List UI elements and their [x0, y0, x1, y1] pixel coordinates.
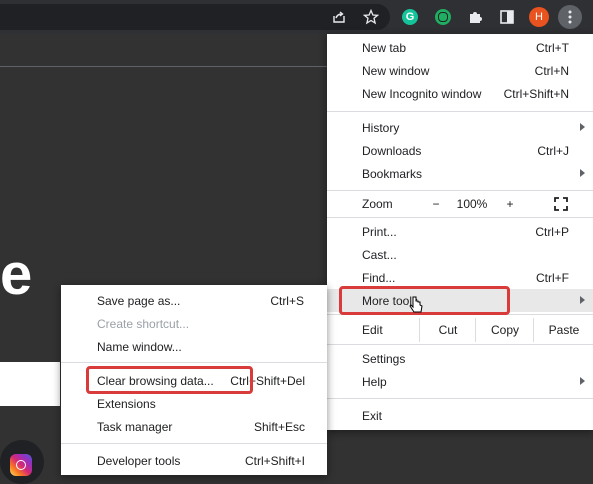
menu-item-bookmarks[interactable]: Bookmarks — [327, 162, 593, 185]
mouse-cursor-icon — [409, 296, 423, 319]
downloads-label: Downloads — [362, 143, 422, 158]
print-label: Print... — [362, 224, 397, 239]
profile-initial: H — [529, 7, 549, 27]
save-page-shortcut: Ctrl+S — [270, 293, 304, 308]
new-incognito-shortcut: Ctrl+Shift+N — [503, 86, 569, 101]
submenu-arrow-icon — [580, 377, 585, 385]
developer-tools-shortcut: Ctrl+Shift+I — [244, 453, 305, 468]
submenu-item-name-window[interactable]: Name window... — [61, 335, 327, 358]
puzzle-icon[interactable] — [464, 6, 486, 28]
highlight-more-tools — [339, 286, 510, 315]
task-manager-shortcut: Shift+Esc — [253, 419, 305, 434]
submenu-item-extensions[interactable]: Extensions — [61, 392, 327, 415]
share-icon[interactable] — [328, 6, 350, 28]
extension-green-icon[interactable] — [432, 6, 454, 28]
page-search-box[interactable] — [0, 362, 60, 406]
new-window-label: New window — [362, 63, 430, 78]
zoom-level: 100% — [456, 197, 488, 211]
find-shortcut: Ctrl+F — [536, 270, 569, 285]
browser-toolbar: G H — [0, 0, 593, 34]
history-label: History — [362, 120, 400, 135]
new-tab-label: New tab — [362, 40, 407, 55]
profile-avatar[interactable]: H — [528, 6, 550, 28]
menu-item-new-incognito[interactable]: New Incognito window Ctrl+Shift+N — [327, 82, 593, 105]
task-manager-label: Task manager — [97, 419, 173, 434]
chrome-main-menu: New tab Ctrl+T New window Ctrl+N New Inc… — [327, 34, 593, 430]
grammarly-icon[interactable]: G — [399, 6, 421, 28]
zoom-label: Zoom — [362, 197, 393, 211]
menu-separator — [327, 217, 593, 218]
menu-item-new-tab[interactable]: New tab Ctrl+T — [327, 36, 593, 59]
new-window-shortcut: Ctrl+N — [534, 63, 569, 78]
menu-separator — [61, 362, 327, 363]
fullscreen-icon[interactable] — [545, 192, 577, 216]
extensions-label: Extensions — [97, 396, 156, 411]
star-icon[interactable] — [360, 6, 382, 28]
cut-button[interactable]: Cut — [419, 318, 476, 342]
menu-item-exit[interactable]: Exit — [327, 404, 593, 427]
submenu-item-developer-tools[interactable]: Developer tools Ctrl+Shift+I — [61, 449, 327, 472]
submenu-item-task-manager[interactable]: Task manager Shift+Esc — [61, 415, 327, 438]
menu-item-print[interactable]: Print... Ctrl+P — [327, 220, 593, 243]
kebab-menu-icon[interactable] — [558, 5, 582, 29]
menu-separator — [61, 443, 327, 444]
menu-item-downloads[interactable]: Downloads Ctrl+J — [327, 139, 593, 162]
new-incognito-label: New Incognito window — [362, 86, 482, 101]
menu-item-settings[interactable]: Settings — [327, 347, 593, 370]
menu-item-edit: Edit Cut Copy Paste — [327, 318, 593, 342]
menu-separator — [327, 344, 593, 345]
submenu-arrow-icon — [580, 169, 585, 177]
cast-label: Cast... — [362, 247, 397, 262]
menu-item-new-window[interactable]: New window Ctrl+N — [327, 59, 593, 82]
new-tab-shortcut: Ctrl+T — [536, 40, 569, 55]
help-label: Help — [362, 374, 387, 389]
print-shortcut: Ctrl+P — [535, 224, 569, 239]
developer-tools-label: Developer tools — [97, 453, 181, 468]
name-window-label: Name window... — [97, 339, 182, 354]
zoom-out-button[interactable]: − — [423, 192, 449, 216]
paste-button[interactable]: Paste — [533, 318, 593, 342]
save-page-label: Save page as... — [97, 293, 181, 308]
submenu-item-save-page[interactable]: Save page as... Ctrl+S — [61, 289, 327, 312]
menu-item-help[interactable]: Help — [327, 370, 593, 393]
highlight-clear-browsing-data — [86, 366, 253, 394]
instagram-icon[interactable] — [10, 454, 32, 476]
page-logo-letter: e — [0, 242, 33, 307]
menu-item-history[interactable]: History — [327, 116, 593, 139]
page-divider — [0, 66, 327, 67]
sidepanel-icon[interactable] — [496, 6, 518, 28]
find-label: Find... — [362, 270, 396, 285]
create-shortcut-label: Create shortcut... — [97, 316, 190, 331]
menu-separator — [327, 398, 593, 399]
copy-button[interactable]: Copy — [475, 318, 534, 342]
submenu-arrow-icon — [580, 296, 585, 304]
downloads-shortcut: Ctrl+J — [537, 143, 569, 158]
menu-separator — [327, 190, 593, 191]
submenu-arrow-icon — [580, 123, 585, 131]
bookmarks-label: Bookmarks — [362, 166, 423, 181]
submenu-item-create-shortcut[interactable]: Create shortcut... — [61, 312, 327, 335]
zoom-in-button[interactable]: + — [497, 192, 523, 216]
menu-separator — [327, 111, 593, 112]
edit-label: Edit — [362, 323, 383, 337]
menu-item-zoom: Zoom − 100% + — [327, 192, 593, 216]
menu-item-cast[interactable]: Cast... — [327, 243, 593, 266]
exit-label: Exit — [362, 408, 383, 423]
settings-label: Settings — [362, 351, 406, 366]
